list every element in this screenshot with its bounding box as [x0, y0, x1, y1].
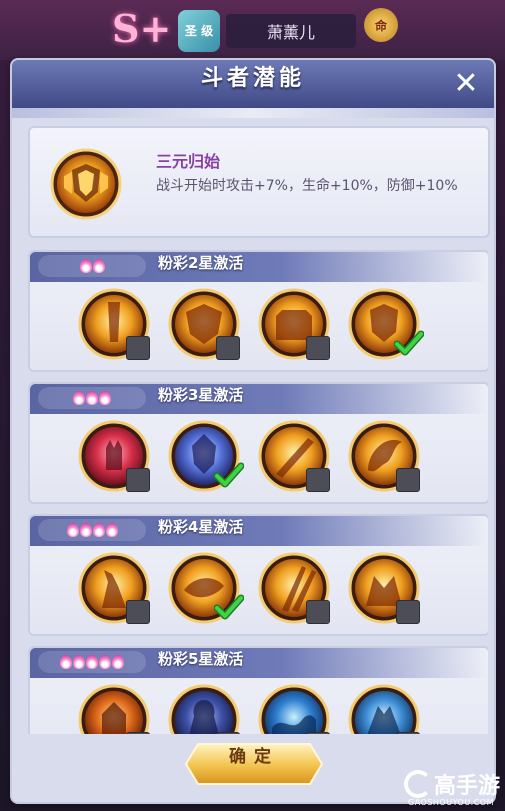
shadow-figure-icon[interactable] — [168, 684, 240, 734]
pink-flame-icon — [79, 523, 92, 537]
checkmark-icon — [214, 462, 244, 488]
water-wave-icon[interactable] — [258, 684, 330, 734]
fire-fish-icon[interactable] — [168, 552, 244, 624]
rank-badge: S+ — [112, 6, 172, 51]
pink-flame-icon — [60, 655, 72, 669]
zodiac-badge: 圣 级 — [178, 10, 220, 52]
sword-slash-icon[interactable] — [78, 288, 150, 360]
pink-flame-icon — [92, 259, 105, 273]
star-group: 粉彩2星激活 — [28, 250, 488, 372]
pink-flame-icon — [73, 391, 85, 405]
locked-box-icon — [216, 336, 240, 360]
potential-description: 战斗开始时攻击+7%，生命+10%，防御+10% — [156, 178, 458, 194]
locked-box-icon — [306, 468, 330, 492]
emblem-icon: 命 — [364, 8, 398, 42]
locked-box-icon — [306, 336, 330, 360]
close-button[interactable]: ✕ — [448, 66, 484, 102]
locked-box-icon — [306, 732, 330, 734]
star-group: 粉彩4星激活 — [28, 514, 488, 636]
watermark-en: GAOSHOUYOU.COM — [408, 798, 495, 807]
watermark-cn: 高手游 — [434, 774, 501, 799]
pink-flame-rating — [38, 387, 146, 409]
locked-box-icon — [306, 600, 330, 624]
hero-name: 萧薰儿 — [226, 14, 356, 48]
pink-flame-rating — [38, 255, 146, 277]
star-group: 粉彩5星激活 — [28, 646, 488, 734]
dialog-title: 斗者潜能 — [200, 65, 305, 91]
star-group: 粉彩3星激活 — [28, 382, 488, 504]
potential-dialog: 斗者潜能 ✕ 三元归始 战斗开始时攻击+7%，生命+10%，防御+10% 粉彩2… — [12, 60, 494, 802]
fortress-gate-icon[interactable] — [258, 288, 330, 360]
header-divider — [12, 108, 494, 118]
blue-spirit-icon[interactable] — [348, 684, 420, 734]
locked-box-icon — [126, 600, 150, 624]
watermark-logo-icon — [404, 770, 432, 798]
star-groups-list[interactable]: 粉彩2星激活 粉彩3星激活 粉彩4星激活 粉彩5星激活 — [28, 250, 488, 734]
pink-flame-icon — [92, 523, 105, 537]
locked-box-icon — [396, 732, 420, 734]
charging-soldier-icon[interactable] — [78, 552, 150, 624]
skill-row — [78, 684, 458, 734]
pink-flame-icon — [99, 391, 111, 405]
fire-dragon-icon[interactable] — [348, 420, 420, 492]
fire-fox-icon[interactable] — [348, 552, 420, 624]
pink-flame-icon — [86, 655, 98, 669]
star-group-label: 粉彩4星激活 — [158, 518, 244, 536]
pink-flame-icon — [66, 523, 79, 537]
skill-row — [78, 552, 458, 628]
star-group-label: 粉彩5星激活 — [158, 650, 244, 668]
flame-fist-icon[interactable] — [78, 684, 150, 734]
triple-crest-icon[interactable] — [348, 288, 424, 360]
skill-row — [78, 288, 458, 364]
pink-flame-icon — [99, 655, 111, 669]
star-group-label: 粉彩2星激活 — [158, 254, 244, 272]
star-group-label: 粉彩3星激活 — [158, 386, 244, 404]
palm-seal-icon[interactable] — [78, 420, 150, 492]
pink-flame-rating — [38, 519, 146, 541]
pink-flame-rating — [38, 651, 146, 673]
pink-flame-icon — [112, 655, 124, 669]
triple-crest-icon — [50, 148, 122, 224]
twin-blades-icon[interactable] — [258, 552, 330, 624]
confirm-label: 确定 — [229, 747, 279, 767]
blade-strike-icon[interactable] — [258, 420, 330, 492]
pink-flame-icon — [73, 655, 85, 669]
masked-warrior-icon[interactable] — [168, 420, 244, 492]
locked-box-icon — [396, 468, 420, 492]
pink-flame-icon — [79, 259, 92, 273]
locked-box-icon — [126, 732, 150, 734]
active-potential-summary: 三元归始 战斗开始时攻击+7%，生命+10%，防御+10% — [28, 126, 490, 238]
checkmark-icon — [394, 330, 424, 356]
watermark: 高手游 GAOSHOUYOU.COM — [404, 766, 504, 810]
potential-name: 三元归始 — [156, 152, 221, 171]
locked-box-icon — [396, 600, 420, 624]
checkmark-icon — [214, 594, 244, 620]
locked-box-icon — [126, 336, 150, 360]
crest-shield-icon[interactable] — [168, 288, 240, 360]
locked-box-icon — [126, 468, 150, 492]
pink-flame-icon — [86, 391, 98, 405]
skill-row — [78, 420, 458, 496]
locked-box-icon — [216, 732, 240, 734]
confirm-button[interactable]: 确定 — [184, 742, 324, 786]
pink-flame-icon — [105, 523, 118, 537]
